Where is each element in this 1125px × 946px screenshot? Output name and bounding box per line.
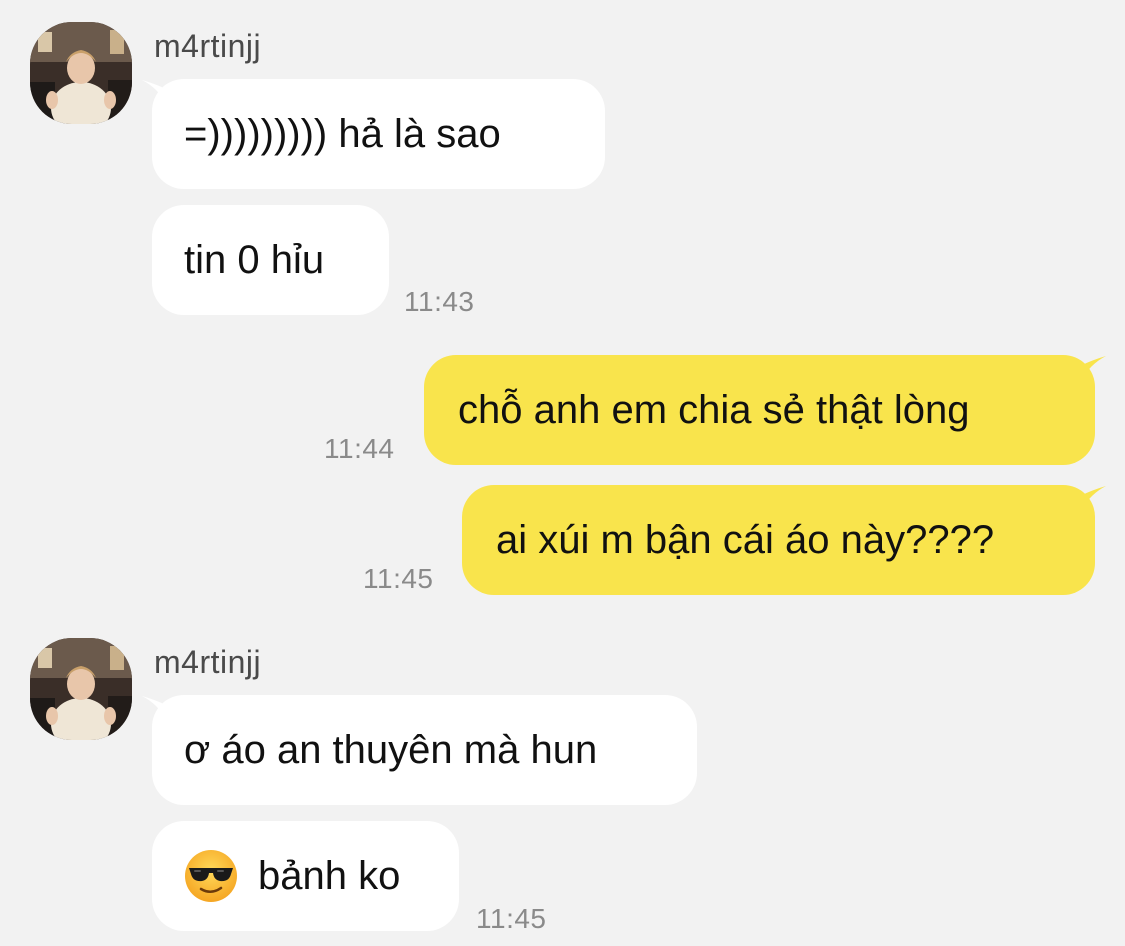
avatar-photo-icon — [30, 22, 132, 124]
message-bubble[interactable]: =))))))))) hả là sao — [152, 79, 605, 189]
message-text: ai xúi m bận cái áo này???? — [496, 517, 995, 562]
message-timestamp: 11:45 — [363, 563, 434, 594]
message-text: =))))))))) hả là sao — [184, 111, 501, 156]
message-timestamp: 11:45 — [476, 903, 547, 934]
message-timestamp: 11:43 — [404, 286, 475, 317]
message-text: bảnh ko — [258, 853, 401, 898]
avatar[interactable] — [30, 22, 132, 124]
message-bubble[interactable]: ơ áo an thuyên mà hun — [152, 695, 697, 805]
message-text: tin 0 hỉu — [184, 237, 325, 282]
avatar[interactable] — [30, 638, 132, 740]
avatar-photo-icon — [30, 638, 132, 740]
message-bubble-outgoing[interactable]: chỗ anh em chia sẻ thật lòng — [424, 355, 1095, 465]
sender-name: m4rtinjj — [154, 644, 262, 680]
message-bubble[interactable]: tin 0 hỉu — [152, 205, 389, 315]
chat-message-list[interactable]: m4rtinjj =))))))))) hả là sao tin 0 hỉu … — [0, 0, 1125, 946]
message-timestamp: 11:44 — [324, 433, 395, 464]
message-text: chỗ anh em chia sẻ thật lòng — [458, 387, 970, 432]
sunglasses-face-emoji-icon — [185, 850, 237, 902]
message-text: ơ áo an thuyên mà hun — [184, 727, 598, 772]
sender-name: m4rtinjj — [154, 28, 262, 64]
message-bubble-outgoing[interactable]: ai xúi m bận cái áo này???? — [462, 485, 1095, 595]
message-bubble[interactable]: bảnh ko — [152, 821, 459, 931]
